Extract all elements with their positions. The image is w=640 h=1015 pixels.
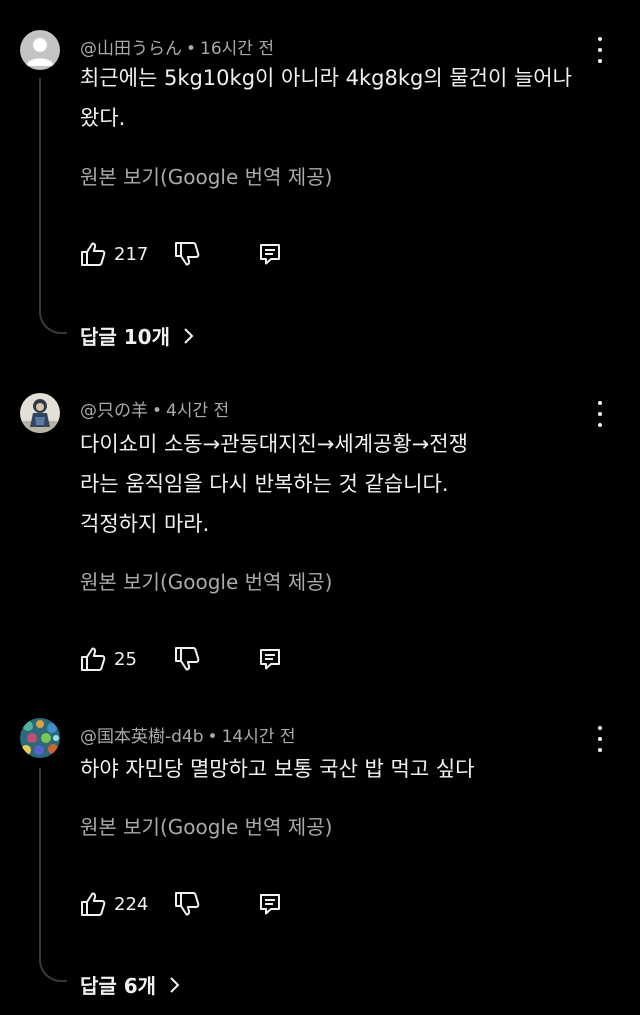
- chevron-right-icon: [168, 975, 180, 995]
- reply-button[interactable]: [258, 240, 282, 268]
- see-original-link[interactable]: 원본 보기(Google 번역 제공): [80, 161, 332, 190]
- comment-text-line: 왔다.: [80, 106, 126, 130]
- see-original-link[interactable]: 원본 보기(Google 번역 제공): [80, 566, 332, 595]
- chevron-right-icon: [182, 326, 194, 346]
- thumbs-down-icon: [174, 241, 200, 267]
- like-count: 224: [114, 893, 149, 915]
- thread-line: [39, 78, 67, 334]
- comment-time: 16시간 전: [200, 39, 274, 59]
- avatar[interactable]: [20, 718, 60, 758]
- comment-text: 최근에는 5kg10kg이 아니라 4kg8kg의 물건이 늘어나 왔다.: [80, 58, 572, 138]
- replies-label: 답글 10개: [80, 325, 170, 349]
- comment-text: 다이쇼미 소동→관동대지진→세계공황→전쟁 라는 움직임을 다시 반복하는 것 …: [80, 424, 550, 544]
- reply-button[interactable]: [258, 645, 282, 673]
- comment-icon: [258, 892, 282, 916]
- comment-text-line: 최근에는 5kg10kg이 아니라 4kg8kg의 물건이 늘어나: [80, 66, 572, 90]
- like-count: 25: [114, 648, 137, 670]
- comment-text-line: 라는 움직임을 다시 반복하는 것 같습니다.: [80, 472, 449, 496]
- like-count: 217: [114, 243, 149, 265]
- author-line: @山田うらん • 16시간 전: [80, 39, 274, 59]
- thumbs-down-icon: [174, 646, 200, 672]
- comment-text-line: 다이쇼미 소동→관동대지진→세계공황→전쟁: [80, 432, 468, 456]
- view-replies-button[interactable]: 답글 10개: [80, 321, 194, 350]
- view-replies-button[interactable]: 답글 6개: [80, 970, 180, 999]
- author-line: @只の羊 • 4시간 전: [80, 401, 230, 421]
- replies-label: 답글 6개: [80, 974, 157, 998]
- author-name[interactable]: @山田うらん: [80, 39, 182, 59]
- reply-button[interactable]: [258, 890, 282, 918]
- comment-text-line: 하야 자민당 멸망하고 보통 국산 밥 먹고 싶다: [80, 757, 475, 781]
- comment-actions: 224: [80, 890, 340, 918]
- author-line: @国本英樹-d4b • 14시간 전: [80, 727, 296, 747]
- comment-time: 14시간 전: [221, 727, 296, 747]
- thumbs-up-icon: [80, 891, 106, 917]
- dislike-button[interactable]: [174, 890, 200, 918]
- like-button[interactable]: 217: [80, 240, 148, 268]
- like-button[interactable]: 25: [80, 645, 137, 673]
- comment-time: 4시간 전: [166, 401, 230, 421]
- more-vert-icon[interactable]: [590, 726, 610, 752]
- author-name[interactable]: @只の羊: [80, 401, 148, 421]
- thumbs-up-icon: [80, 646, 106, 672]
- like-button[interactable]: 224: [80, 890, 148, 918]
- dislike-button[interactable]: [174, 645, 200, 673]
- thread-line: [39, 768, 67, 982]
- see-original-link[interactable]: 원본 보기(Google 번역 제공): [80, 811, 332, 840]
- comment-icon: [258, 242, 282, 266]
- thumbs-down-icon: [174, 891, 200, 917]
- author-name[interactable]: @国本英樹-d4b: [80, 727, 204, 747]
- more-vert-icon[interactable]: [590, 37, 610, 63]
- thumbs-up-icon: [80, 241, 106, 267]
- comment-text: 하야 자민당 멸망하고 보통 국산 밥 먹고 싶다: [80, 749, 550, 789]
- comment-actions: 217: [80, 240, 340, 268]
- more-vert-icon[interactable]: [590, 401, 610, 427]
- avatar[interactable]: [20, 30, 60, 70]
- avatar[interactable]: [20, 393, 60, 433]
- comment-icon: [258, 647, 282, 671]
- comment-text-line: 걱정하지 마라.: [80, 512, 210, 536]
- dislike-button[interactable]: [174, 240, 200, 268]
- comment-actions: 25: [80, 645, 340, 673]
